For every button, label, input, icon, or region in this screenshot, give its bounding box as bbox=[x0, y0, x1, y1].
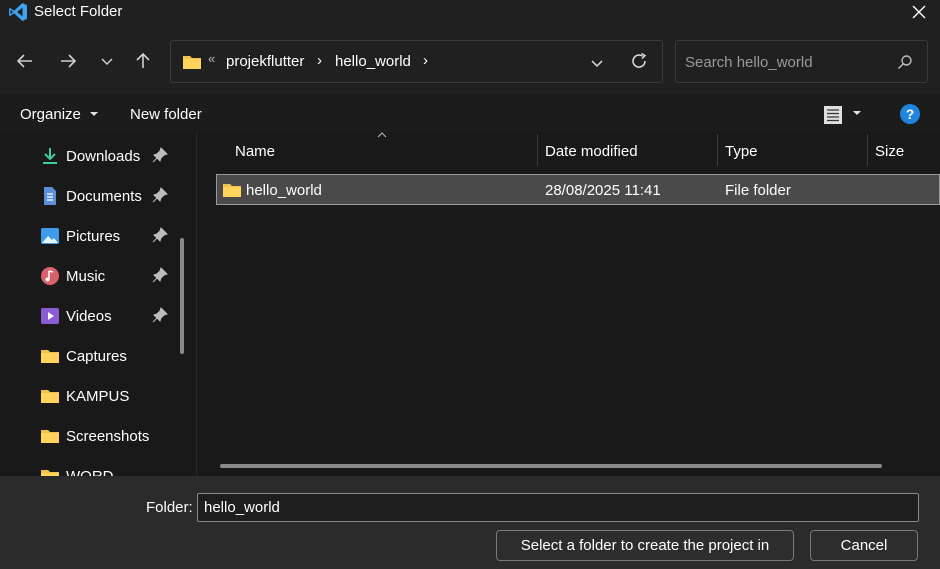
folder-icon bbox=[41, 350, 59, 363]
horizontal-scrollbar[interactable] bbox=[220, 464, 882, 468]
organize-label: Organize bbox=[20, 106, 81, 123]
cancel-button[interactable]: Cancel bbox=[810, 530, 918, 561]
sidebar-item-captures[interactable]: Captures bbox=[0, 335, 180, 373]
breadcrumb-hello-world[interactable]: hello_world bbox=[335, 53, 411, 70]
help-button[interactable]: ? bbox=[900, 104, 920, 124]
sidebar-item-label: Downloads bbox=[66, 148, 141, 165]
arrow-right-icon bbox=[61, 54, 77, 68]
sidebar-item-downloads[interactable]: Downloads bbox=[0, 135, 180, 173]
recent-locations-button[interactable] bbox=[91, 45, 123, 77]
file-list: Name Date modified Type Size hello_world… bbox=[197, 132, 940, 476]
column-divider[interactable] bbox=[537, 134, 538, 166]
column-header-date-modified[interactable]: Date modified bbox=[545, 143, 638, 160]
arrow-up-icon bbox=[136, 52, 150, 68]
table-row[interactable]: hello_world 28/08/2025 11:41 File folder bbox=[216, 174, 940, 205]
search-icon[interactable] bbox=[897, 54, 913, 70]
file-type: File folder bbox=[725, 182, 791, 199]
breadcrumb-separator[interactable]: › bbox=[317, 52, 322, 69]
sidebar-item-word[interactable]: WORD bbox=[0, 455, 180, 476]
sidebar-item-kampus[interactable]: KAMPUS bbox=[0, 375, 180, 413]
sidebar-item-pictures[interactable]: Pictures bbox=[0, 215, 180, 253]
close-icon[interactable] bbox=[910, 3, 928, 21]
search-box[interactable]: Search hello_world bbox=[675, 40, 928, 83]
caret-down-icon[interactable] bbox=[852, 110, 862, 116]
breadcrumb-projekflutter[interactable]: projekflutter bbox=[226, 53, 304, 70]
folder-icon bbox=[183, 56, 201, 69]
folder-icon bbox=[41, 390, 59, 403]
video-icon bbox=[41, 308, 59, 324]
pin-icon[interactable] bbox=[152, 267, 168, 283]
sidebar-item-label: Screenshots bbox=[66, 428, 150, 445]
caret-down-icon bbox=[90, 112, 99, 116]
sidebar-item-label: Pictures bbox=[66, 228, 121, 245]
window-title: Select Folder bbox=[34, 3, 123, 20]
sort-ascending-icon bbox=[377, 132, 387, 138]
arrow-left-icon bbox=[16, 54, 32, 68]
sidebar-item-label: KAMPUS bbox=[66, 388, 130, 405]
folder-name-input[interactable] bbox=[197, 493, 919, 522]
column-header-name[interactable]: Name bbox=[235, 143, 275, 160]
folder-icon bbox=[41, 430, 59, 443]
address-bar[interactable]: « projekflutter › hello_world › bbox=[170, 40, 663, 83]
forward-button[interactable] bbox=[52, 45, 84, 77]
navigation-bar: « projekflutter › hello_world › Search h… bbox=[0, 28, 940, 94]
pin-icon[interactable] bbox=[152, 227, 168, 243]
pictures-icon bbox=[41, 228, 59, 244]
sidebar-item-label: Captures bbox=[66, 348, 127, 365]
title-bar: Select Folder bbox=[0, 0, 940, 28]
download-icon bbox=[43, 148, 57, 164]
sidebar-item-screenshots[interactable]: Screenshots bbox=[0, 415, 180, 453]
new-folder-button[interactable]: New folder bbox=[130, 106, 202, 123]
up-button[interactable] bbox=[127, 45, 159, 77]
select-folder-button[interactable]: Select a folder to create the project in bbox=[496, 530, 794, 561]
pin-icon[interactable] bbox=[152, 147, 168, 163]
sidebar-item-label: Documents bbox=[66, 188, 142, 205]
refresh-icon[interactable] bbox=[629, 51, 649, 71]
command-toolbar: Organize New folder ? bbox=[0, 94, 940, 132]
sidebar-scrollbar[interactable] bbox=[180, 238, 184, 354]
file-date-modified: 28/08/2025 11:41 bbox=[545, 182, 661, 199]
back-button[interactable] bbox=[9, 45, 41, 77]
sidebar-item-label: Videos bbox=[66, 308, 112, 325]
pin-icon[interactable] bbox=[152, 187, 168, 203]
column-header-type[interactable]: Type bbox=[725, 143, 758, 160]
sidebar-item-label: Music bbox=[66, 268, 106, 285]
chevron-down-icon[interactable] bbox=[588, 54, 606, 72]
sidebar-item-documents[interactable]: Documents bbox=[0, 175, 180, 213]
organize-button[interactable]: Organize bbox=[20, 106, 99, 123]
file-name: hello_world bbox=[246, 182, 322, 199]
folder-label: Folder: bbox=[146, 499, 193, 516]
column-divider[interactable] bbox=[717, 134, 718, 166]
search-placeholder[interactable]: Search hello_world bbox=[685, 54, 813, 71]
breadcrumb-separator[interactable]: › bbox=[423, 52, 428, 69]
folder-icon bbox=[41, 470, 59, 476]
vscode-icon bbox=[9, 3, 27, 21]
chevron-down-icon bbox=[101, 58, 113, 66]
sidebar-item-videos[interactable]: Videos bbox=[0, 295, 180, 333]
sidebar-item-music[interactable]: Music bbox=[0, 255, 180, 293]
sidebar-item-label: WORD bbox=[66, 468, 114, 476]
folder-icon bbox=[223, 184, 241, 197]
column-header-size[interactable]: Size bbox=[875, 143, 904, 160]
navigation-pane: Downloads Documents Pictures Music Video… bbox=[0, 132, 196, 476]
column-divider[interactable] bbox=[867, 134, 868, 166]
view-list-icon[interactable] bbox=[822, 104, 844, 126]
dialog-footer: Folder: Select a folder to create the pr… bbox=[0, 476, 940, 569]
document-icon bbox=[44, 187, 56, 205]
pin-icon[interactable] bbox=[152, 307, 168, 323]
address-overflow[interactable]: « bbox=[208, 51, 215, 66]
music-icon bbox=[41, 267, 59, 285]
